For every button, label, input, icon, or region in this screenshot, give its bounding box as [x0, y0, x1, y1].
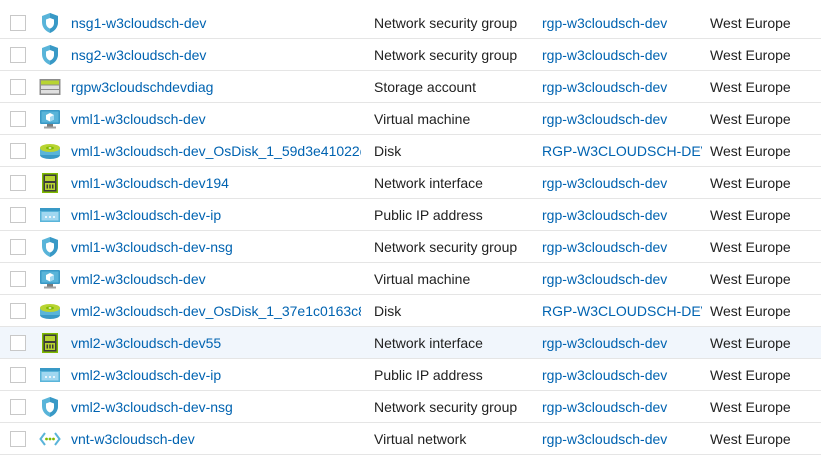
resource-name-link[interactable]: rgpw3cloudschdevdiag: [71, 79, 361, 95]
table-row[interactable]: vml1-w3cloudsch-dev_OsDisk_1_59d3e41022 d…: [0, 135, 821, 167]
table-row[interactable]: vml2-w3cloudsch-dev-nsg Network security …: [0, 391, 821, 423]
network-interface-icon: [39, 332, 61, 354]
resource-group-link[interactable]: RGP-W3CLOUDSCH-DEV: [542, 143, 702, 159]
resource-name-link[interactable]: vml2-w3cloudsch-dev-nsg: [71, 399, 361, 415]
nsg-shield-icon: [39, 236, 61, 258]
disk-icon: [39, 300, 61, 322]
resource-group-link[interactable]: rgp-w3cloudsch-dev: [542, 47, 702, 63]
public-ip-icon: [39, 364, 61, 386]
row-checkbox[interactable]: [10, 110, 26, 127]
resource-location: West Europe: [710, 430, 791, 447]
resource-type: Disk: [374, 302, 402, 319]
resource-group-link[interactable]: rgp-w3cloudsch-dev: [542, 207, 702, 223]
table-row[interactable]: vml1-w3cloudsch-dev-ip Public IP address r…: [0, 199, 821, 231]
row-checkbox[interactable]: [10, 366, 26, 383]
resource-group-link[interactable]: rgp-w3cloudsch-dev: [542, 431, 702, 447]
resource-name-link[interactable]: vml1-w3cloudsch-dev_OsDisk_1_59d3e41022d…: [71, 143, 361, 159]
resource-location: West Europe: [710, 142, 791, 159]
table-row[interactable]: vml2-w3cloudsch-dev55 Network interface rg…: [0, 327, 821, 359]
row-checkbox[interactable]: [10, 15, 26, 31]
network-interface-icon: [39, 172, 61, 194]
resource-name-link[interactable]: vml1-w3cloudsch-dev-nsg: [71, 239, 361, 255]
resource-location: West Europe: [710, 110, 791, 127]
virtual-machine-icon: [39, 268, 61, 290]
row-checkbox[interactable]: [10, 142, 26, 159]
resource-group-link[interactable]: RGP-W3CLOUDSCH-DEV: [542, 303, 702, 319]
row-checkbox[interactable]: [10, 398, 26, 415]
public-ip-icon: [39, 204, 61, 226]
resource-group-link[interactable]: rgp-w3cloudsch-dev: [542, 367, 702, 383]
resource-location: West Europe: [710, 46, 791, 63]
table-row[interactable]: vml2-w3cloudsch-dev Virtual machine rgp-w3…: [0, 263, 821, 295]
resource-type: Network security group: [374, 15, 518, 31]
resource-location: West Europe: [710, 15, 791, 31]
resource-name-link[interactable]: vml2-w3cloudsch-dev-ip: [71, 367, 361, 383]
row-checkbox[interactable]: [10, 334, 26, 351]
table-row[interactable]: vnt-w3cloudsch-dev Virtual network rgp-w3c…: [0, 423, 821, 455]
resource-location: West Europe: [710, 366, 791, 383]
resource-location: West Europe: [710, 206, 791, 223]
resource-name-link[interactable]: vml1-w3cloudsch-dev: [71, 111, 361, 127]
resource-location: West Europe: [710, 78, 791, 95]
resource-location: West Europe: [710, 270, 791, 287]
resource-type: Disk: [374, 142, 402, 159]
table-row[interactable]: vml2-w3cloudsch-dev_OsDisk_1_37e1c0163c8…: [0, 295, 821, 327]
resource-type: Public IP address: [374, 206, 483, 223]
resource-type: Public IP address: [374, 366, 483, 383]
resource-location: West Europe: [710, 398, 791, 415]
row-checkbox[interactable]: [10, 46, 26, 63]
nsg-shield-icon: [39, 12, 61, 34]
resource-name-link[interactable]: vml1-w3cloudsch-dev194: [71, 175, 361, 191]
resource-group-link[interactable]: rgp-w3cloudsch-dev: [542, 271, 702, 287]
resource-group-link[interactable]: rgp-w3cloudsch-dev: [542, 111, 702, 127]
resource-group-link[interactable]: rgp-w3cloudsch-dev: [542, 79, 702, 95]
resource-type: Network security group: [374, 238, 518, 255]
storage-account-icon: [39, 76, 61, 98]
table-row[interactable]: nsg1-w3cloudsch-dev Network security grou…: [0, 0, 821, 39]
resource-location: West Europe: [710, 302, 791, 319]
nsg-shield-icon: [39, 396, 61, 418]
resource-type: Virtual machine: [374, 270, 471, 287]
resource-name-link[interactable]: vml1-w3cloudsch-dev-ip: [71, 207, 361, 223]
row-checkbox[interactable]: [10, 238, 26, 255]
resource-group-link[interactable]: rgp-w3cloudsch-dev: [542, 239, 702, 255]
resource-group-link[interactable]: rgp-w3cloudsch-dev: [542, 175, 702, 191]
resource-type: Storage account: [374, 78, 476, 95]
resource-group-link[interactable]: rgp-w3cloudsch-dev: [542, 399, 702, 415]
resource-name-link[interactable]: nsg2-w3cloudsch-dev: [71, 47, 361, 63]
resource-location: West Europe: [710, 174, 791, 191]
resource-location: West Europe: [710, 334, 791, 351]
resource-name-link[interactable]: vml2-w3cloudsch-dev_OsDisk_1_37e1c0163c8…: [71, 303, 361, 319]
resource-group-link[interactable]: rgp-w3cloudsch-dev: [542, 7, 702, 31]
row-checkbox[interactable]: [10, 302, 26, 319]
resource-name-link[interactable]: nsg1-w3cloudsch-dev: [71, 7, 361, 31]
virtual-network-icon: [39, 428, 61, 450]
resources-table: nsg1-w3cloudsch-dev Network security grou…: [0, 0, 821, 455]
row-checkbox[interactable]: [10, 270, 26, 287]
disk-icon: [39, 140, 61, 162]
resource-type: Virtual machine: [374, 110, 471, 127]
table-row[interactable]: vml1-w3cloudsch-dev Virtual machine rgp-w3…: [0, 103, 821, 135]
resource-name-link[interactable]: vml2-w3cloudsch-dev: [71, 271, 361, 287]
row-checkbox[interactable]: [10, 174, 26, 191]
resource-name-link[interactable]: vml2-w3cloudsch-dev55: [71, 335, 361, 351]
table-row[interactable]: vml2-w3cloudsch-dev-ip Public IP address r…: [0, 359, 821, 391]
table-row[interactable]: vml1-w3cloudsch-dev-nsg Network security …: [0, 231, 821, 263]
resource-type: Network interface: [374, 174, 483, 191]
row-checkbox[interactable]: [10, 78, 26, 95]
resource-type: Network security group: [374, 398, 518, 415]
resource-type: Virtual network: [374, 430, 467, 447]
table-row[interactable]: rgpw3cloudschdevdiag Storage account rgp-w…: [0, 71, 821, 103]
row-checkbox[interactable]: [10, 430, 26, 447]
nsg-shield-icon: [39, 44, 61, 66]
resource-group-link[interactable]: rgp-w3cloudsch-dev: [542, 335, 702, 351]
resource-name-link[interactable]: vnt-w3cloudsch-dev: [71, 431, 361, 447]
table-row[interactable]: nsg2-w3cloudsch-dev Network security grou…: [0, 39, 821, 71]
row-checkbox[interactable]: [10, 206, 26, 223]
virtual-machine-icon: [39, 108, 61, 130]
table-row[interactable]: vml1-w3cloudsch-dev194 Network interface r…: [0, 167, 821, 199]
resource-type: Network security group: [374, 46, 518, 63]
resource-type: Network interface: [374, 334, 483, 351]
resource-location: West Europe: [710, 238, 791, 255]
